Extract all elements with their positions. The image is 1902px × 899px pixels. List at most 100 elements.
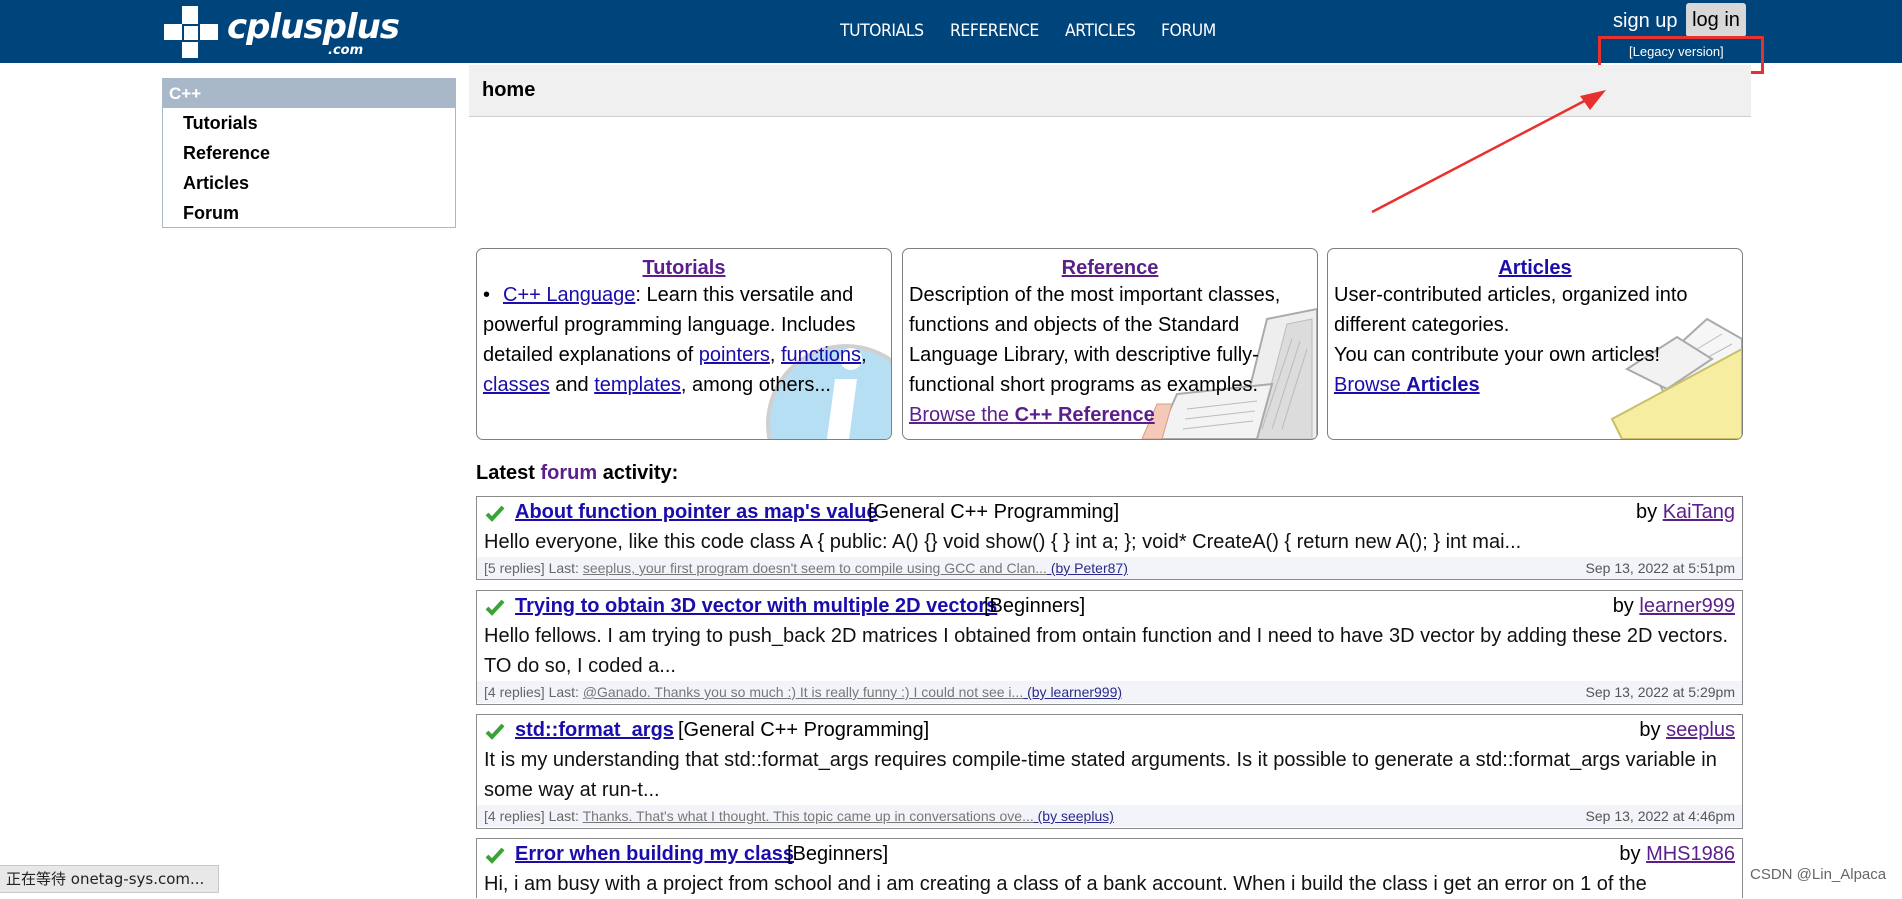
post-header: Trying to obtain 3D vector with multiple… <box>477 591 1742 621</box>
sidebar-item-forum[interactable]: Forum <box>163 198 455 228</box>
forum-post: About function pointer as map's value [G… <box>476 496 1743 580</box>
tutorials-box: Tutorials • C++ Language: Learn this vers… <box>476 248 892 440</box>
reply-count: [4 replies] Last: <box>484 808 583 824</box>
last-reply-author[interactable]: (by seeplus) <box>1034 808 1114 824</box>
last-reply-link[interactable]: @Ganado. Thanks you so much :) It is rea… <box>583 684 1023 700</box>
sidebar-item-articles[interactable]: Articles <box>163 168 455 198</box>
reply-count: [4 replies] Last: <box>484 684 583 700</box>
comma: , <box>861 344 867 366</box>
post-category: [General C++ Programming] <box>678 719 930 741</box>
post-header: Error when building my class [Beginners]… <box>477 839 1742 869</box>
latest-activity-heading: Latest forum activity: <box>476 462 678 485</box>
post-date: Sep 13, 2022 at 5:51pm <box>1585 560 1735 576</box>
pointers-link[interactable]: pointers <box>699 344 770 366</box>
browse-prefix: Browse <box>1334 374 1407 396</box>
logo-subtext: .com <box>328 43 364 58</box>
latest-suffix: activity: <box>597 462 679 484</box>
post-header: std::format_args [General C++ Programmin… <box>477 715 1742 745</box>
post-footer: [4 replies] Last: @Ganado. Thanks you so… <box>477 681 1742 703</box>
post-title-link[interactable]: std::format_args <box>515 719 674 742</box>
last-reply-author[interactable]: (by Peter87) <box>1047 560 1128 576</box>
sidebar-heading: C++ <box>163 79 455 108</box>
tutorials-description: • C++ Language: Learn this versatile and … <box>477 280 891 400</box>
tutorials-text-end: , among others... <box>680 374 831 396</box>
author-link[interactable]: seeplus <box>1666 719 1735 741</box>
post-excerpt: Hello everyone, like this code class A {… <box>484 531 1522 553</box>
last-reply-author[interactable]: (by learner999) <box>1023 684 1122 700</box>
logo-text: cplusplus <box>227 7 400 47</box>
post-title-link[interactable]: About function pointer as map's value <box>515 501 878 524</box>
last-reply-link[interactable]: Thanks. That's what I thought. This topi… <box>583 808 1034 824</box>
nav-articles[interactable]: ARTICLES <box>1065 21 1136 41</box>
reference-box: Reference Description of the most import… <box>902 248 1318 440</box>
reference-description: Description of the most important classe… <box>903 280 1317 430</box>
post-title-link[interactable]: Error when building my class <box>515 843 794 866</box>
forum-link[interactable]: forum <box>540 462 597 484</box>
nav-forum[interactable]: FORUM <box>1161 21 1216 41</box>
post-author: by KaiTang <box>1636 501 1735 524</box>
cplusplus-logo-icon <box>164 6 218 58</box>
watermark: CSDN @Lin_Alpaca <box>1750 866 1887 883</box>
post-date: Sep 13, 2022 at 5:29pm <box>1585 684 1735 700</box>
by-label: by <box>1612 595 1640 617</box>
annotation-arrow-icon <box>1371 90 1606 214</box>
browse-articles-link[interactable]: Browse Articles <box>1334 374 1480 396</box>
latest-prefix: Latest <box>476 462 541 484</box>
sidebar-item-tutorials[interactable]: Tutorials <box>163 108 455 138</box>
author-link[interactable]: KaiTang <box>1663 501 1735 523</box>
post-author: by MHS1986 <box>1619 843 1735 866</box>
articles-contribute-text: You can contribute your own articles! <box>1334 344 1661 366</box>
nav-reference[interactable]: REFERENCE <box>950 21 1039 41</box>
classes-link[interactable]: classes <box>483 374 550 396</box>
top-nav: TUTORIALS REFERENCE ARTICLES FORUM <box>840 21 1239 43</box>
browse-reference-link[interactable]: Browse the C++ Reference <box>909 404 1155 426</box>
forum-post: Error when building my class [Beginners]… <box>476 838 1743 898</box>
author-link[interactable]: MHS1986 <box>1646 843 1735 865</box>
articles-description: User-contributed articles, organized int… <box>1328 280 1742 400</box>
post-title-link[interactable]: Trying to obtain 3D vector with multiple… <box>515 595 997 618</box>
author-link[interactable]: learner999 <box>1639 595 1735 617</box>
post-excerpt: Hello fellows. I am trying to push_back … <box>484 625 1729 677</box>
forum-post: std::format_args [General C++ Programmin… <box>476 714 1743 829</box>
last-reply-link[interactable]: seeplus, your first program doesn't seem… <box>583 560 1047 576</box>
site-logo[interactable]: cplusplus .com <box>163 5 400 59</box>
post-header: About function pointer as map's value [G… <box>477 497 1742 527</box>
reply-count: [5 replies] Last: <box>484 560 583 576</box>
check-icon <box>485 599 505 616</box>
bullet: • <box>483 284 491 306</box>
post-excerpt: Hi, i am busy with a project from school… <box>484 873 1647 895</box>
post-footer: [5 replies] Last: seeplus, your first pr… <box>477 557 1742 579</box>
articles-title[interactable]: Articles <box>1328 257 1742 280</box>
and-text: and <box>549 374 595 396</box>
tutorials-title[interactable]: Tutorials <box>477 257 891 280</box>
nav-tutorials[interactable]: TUTORIALS <box>840 21 924 41</box>
post-footer: [4 replies] Last: Thanks. That's what I … <box>477 805 1742 827</box>
signup-link[interactable]: sign up <box>1613 10 1678 33</box>
forum-post: Trying to obtain 3D vector with multiple… <box>476 590 1743 705</box>
sidebar: C++ Tutorials Reference Articles Forum <box>162 78 456 228</box>
post-category: [General C++ Programming] <box>868 501 1120 523</box>
post-excerpt: It is my understanding that std::format_… <box>484 749 1717 801</box>
check-icon <box>485 505 505 522</box>
post-author: by learner999 <box>1613 595 1735 618</box>
sidebar-item-reference[interactable]: Reference <box>163 138 455 168</box>
templates-link[interactable]: templates <box>594 374 681 396</box>
reference-text: Description of the most important classe… <box>909 284 1281 396</box>
check-icon <box>485 723 505 740</box>
by-label: by <box>1619 843 1647 865</box>
by-label: by <box>1636 501 1663 523</box>
check-icon <box>485 847 505 864</box>
functions-link[interactable]: functions <box>781 344 861 366</box>
login-button[interactable]: log in <box>1686 3 1746 37</box>
reference-title[interactable]: Reference <box>903 257 1317 280</box>
articles-text: User-contributed articles, organized int… <box>1334 284 1688 336</box>
post-date: Sep 13, 2022 at 4:46pm <box>1585 808 1735 824</box>
cpp-language-link[interactable]: C++ Language <box>503 284 635 306</box>
post-category: [Beginners] <box>984 595 1086 617</box>
articles-box: Articles User-contributed articles, orga… <box>1327 248 1743 440</box>
browse-prefix: Browse the <box>909 404 1015 426</box>
by-label: by <box>1639 719 1667 741</box>
breadcrumb: home <box>482 79 536 101</box>
post-author: by seeplus <box>1639 719 1735 742</box>
browser-status-bar: 正在等待 onetag-sys.com... <box>0 865 220 893</box>
